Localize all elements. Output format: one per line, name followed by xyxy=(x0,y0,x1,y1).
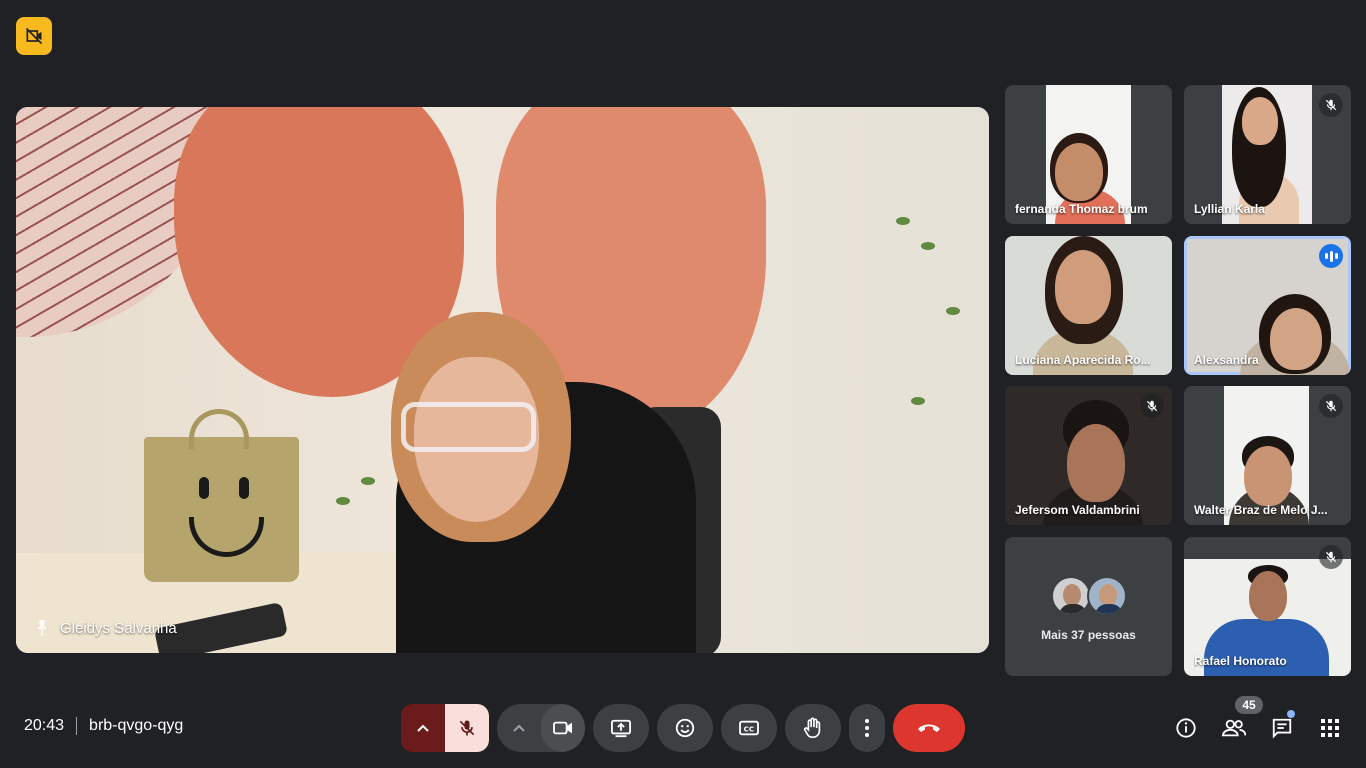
participant-name: Rafael Honorato xyxy=(1194,654,1287,668)
speaker-glasses xyxy=(401,402,536,452)
pin-icon[interactable] xyxy=(34,619,50,637)
more-people-label: Mais 37 pessoas xyxy=(1041,627,1136,642)
participant-face xyxy=(1244,446,1292,506)
mic-toggle-button[interactable] xyxy=(445,704,489,752)
present-screen-icon xyxy=(611,719,631,738)
reactions-button[interactable] xyxy=(657,704,713,752)
camera-control-group xyxy=(497,704,585,752)
raise-hand-button[interactable] xyxy=(785,704,841,752)
mic-control-group xyxy=(401,704,489,752)
people-icon xyxy=(1222,719,1246,737)
svg-text:CC: CC xyxy=(744,725,755,734)
muted-indicator xyxy=(1140,394,1164,418)
chevron-up-icon xyxy=(513,724,525,732)
closed-captions-icon: CC xyxy=(739,720,759,736)
muted-indicator xyxy=(1319,545,1343,569)
speaking-indicator xyxy=(1319,244,1343,268)
more-vert-icon xyxy=(865,719,869,737)
participant-name: Alexsandra xyxy=(1194,353,1259,367)
audio-options-button[interactable] xyxy=(401,704,445,752)
recording-off-badge[interactable] xyxy=(16,17,52,55)
call-end-icon xyxy=(918,724,940,732)
participant-tile[interactable]: Rafael Honorato xyxy=(1184,537,1351,676)
participant-name: Lyllian Karla xyxy=(1194,202,1265,216)
captions-button[interactable]: CC xyxy=(721,704,777,752)
avatar xyxy=(1050,575,1091,616)
participant-tile[interactable]: Lyllian Karla xyxy=(1184,85,1351,224)
participant-tile[interactable]: fernanda Thomaz brum xyxy=(1005,85,1172,224)
participant-tile-active[interactable]: Alexsandra xyxy=(1184,236,1351,375)
plant-leaf xyxy=(336,497,350,505)
video-options-button[interactable] xyxy=(497,704,541,752)
end-call-button[interactable] xyxy=(893,704,965,752)
plant-leaf xyxy=(921,242,935,250)
avatar-stack xyxy=(1050,575,1127,616)
plant-leaf xyxy=(946,307,960,315)
videocam-icon xyxy=(553,721,572,735)
participant-face xyxy=(1067,424,1125,502)
meeting-time: 20:43 xyxy=(24,717,65,734)
participant-face xyxy=(1242,97,1278,145)
participant-tile[interactable]: Luciana Aparecida Ro... xyxy=(1005,236,1172,375)
mic-off-icon xyxy=(1325,551,1337,563)
muted-indicator xyxy=(1319,93,1343,117)
participant-tile[interactable]: Jefersom Valdambrini xyxy=(1005,386,1172,525)
main-speaker-label: Gleidys Salvanha xyxy=(34,619,177,637)
avatar xyxy=(1086,575,1127,616)
videocam-off-icon xyxy=(25,27,43,45)
chevron-up-icon xyxy=(417,724,429,732)
mic-off-icon xyxy=(1325,99,1337,111)
camera-toggle-button[interactable] xyxy=(541,704,585,752)
people-button[interactable] xyxy=(1216,710,1252,746)
participant-name: Jefersom Valdambrini xyxy=(1015,503,1140,517)
plant-leaf xyxy=(896,217,910,225)
mic-off-icon xyxy=(459,720,475,736)
participant-face xyxy=(1270,308,1322,370)
meeting-code: brb-qvgo-qyg xyxy=(89,717,184,734)
activities-button[interactable] xyxy=(1312,710,1348,746)
participant-face xyxy=(1055,250,1111,324)
mic-off-icon xyxy=(1146,400,1158,412)
plant-leaf xyxy=(911,397,925,405)
present-screen-button[interactable] xyxy=(593,704,649,752)
divider xyxy=(76,717,78,735)
participant-tile[interactable]: Walter Braz de Melo J... xyxy=(1184,386,1351,525)
main-speaker-tile[interactable]: Gleidys Salvanha xyxy=(16,107,989,653)
mic-off-icon xyxy=(1325,400,1337,412)
plant-leaf xyxy=(361,477,375,485)
info-icon xyxy=(1176,718,1196,738)
smiley-bag xyxy=(144,409,299,582)
participant-name: Walter Braz de Melo J... xyxy=(1194,503,1328,517)
participant-name: Luciana Aparecida Ro... xyxy=(1015,353,1151,367)
participant-name: fernanda Thomaz brum xyxy=(1015,202,1148,216)
apps-grid-icon xyxy=(1321,719,1339,737)
meeting-details-button[interactable] xyxy=(1168,710,1204,746)
meeting-info: 20:43 brb-qvgo-qyg xyxy=(24,717,183,735)
more-options-button[interactable] xyxy=(849,704,885,752)
emoji-icon xyxy=(675,718,695,738)
more-people-tile[interactable]: Mais 37 pessoas xyxy=(1005,537,1172,676)
muted-indicator xyxy=(1319,394,1343,418)
main-speaker-name: Gleidys Salvanha xyxy=(60,619,177,637)
raise-hand-icon xyxy=(803,717,821,738)
chat-icon xyxy=(1272,718,1292,739)
participant-face xyxy=(1249,571,1287,621)
participant-face xyxy=(1055,143,1103,201)
chat-notification-dot xyxy=(1287,710,1295,718)
